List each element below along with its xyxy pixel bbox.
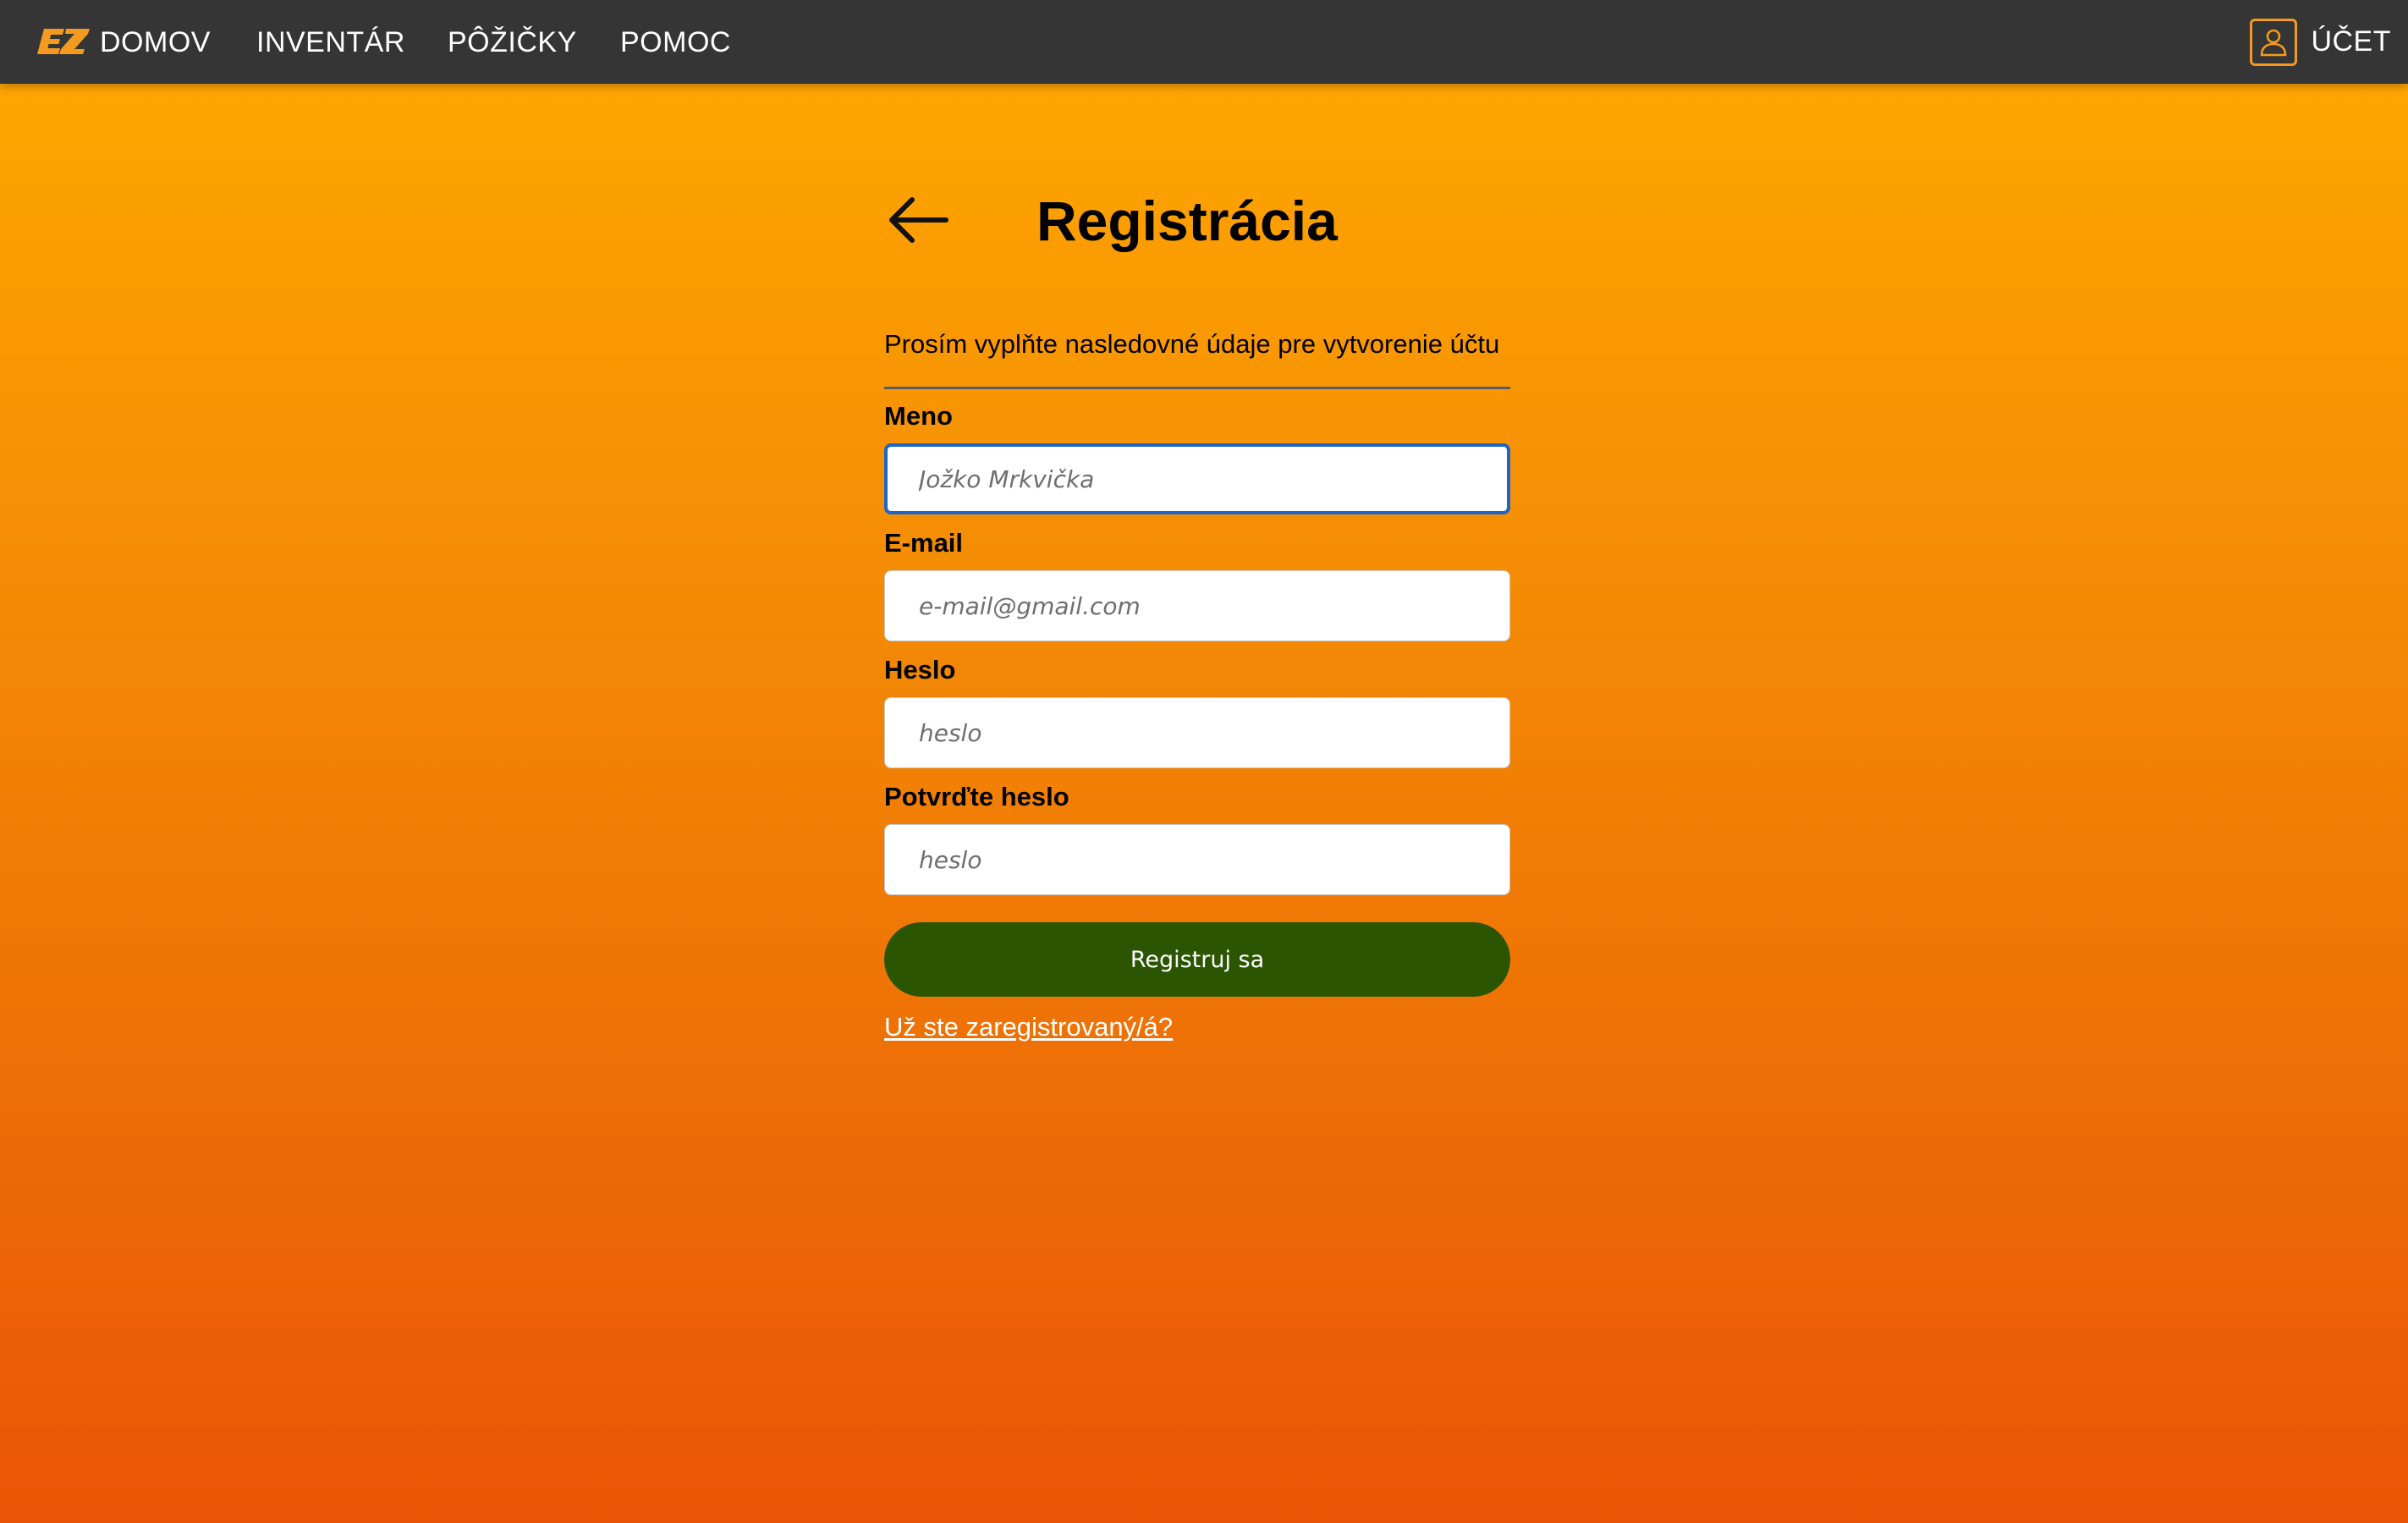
password-input[interactable] bbox=[884, 697, 1510, 768]
email-input[interactable] bbox=[884, 570, 1510, 641]
form-subtitle: Prosím vyplňte nasledovné údaje pre vytv… bbox=[884, 329, 1500, 359]
nav-link-pozicky[interactable]: PÔŽIČKY bbox=[448, 0, 577, 84]
password-confirm-field-group: Potvrďte heslo bbox=[884, 780, 1510, 895]
password-label: Heslo bbox=[884, 655, 956, 685]
name-label: Meno bbox=[884, 401, 953, 431]
arrow-left-icon[interactable] bbox=[883, 193, 951, 247]
ez-logo[interactable] bbox=[37, 25, 90, 59]
page-title: Registrácia bbox=[1036, 190, 1338, 252]
nav-link-domov[interactable]: DOMOV bbox=[100, 0, 211, 84]
name-input[interactable] bbox=[884, 443, 1510, 514]
email-label: E-mail bbox=[884, 528, 964, 558]
name-field-group: Meno bbox=[884, 399, 1510, 514]
password-field-group: Heslo bbox=[884, 653, 1510, 768]
email-field-group: E-mail bbox=[884, 526, 1510, 641]
account-label: ÚČET bbox=[2311, 25, 2391, 58]
nav-link-inventar[interactable]: INVENTÁR bbox=[256, 0, 405, 84]
divider bbox=[884, 387, 1510, 389]
user-icon bbox=[2250, 18, 2298, 66]
already-registered-link[interactable]: Už ste zaregistrovaný/á? bbox=[884, 1010, 1173, 1044]
nav-link-pomoc[interactable]: POMOC bbox=[620, 0, 731, 84]
registration-form: Prosím vyplňte nasledovné údaje pre vytv… bbox=[884, 322, 1510, 1044]
password-confirm-input[interactable] bbox=[884, 824, 1510, 895]
password-confirm-label: Potvrďte heslo bbox=[884, 782, 1069, 811]
register-button[interactable]: Registruj sa bbox=[884, 922, 1510, 997]
account-button[interactable]: ÚČET bbox=[2250, 0, 2391, 84]
navbar: DOMOV INVENTÁR PÔŽIČKY POMOC ÚČET bbox=[0, 0, 2408, 84]
